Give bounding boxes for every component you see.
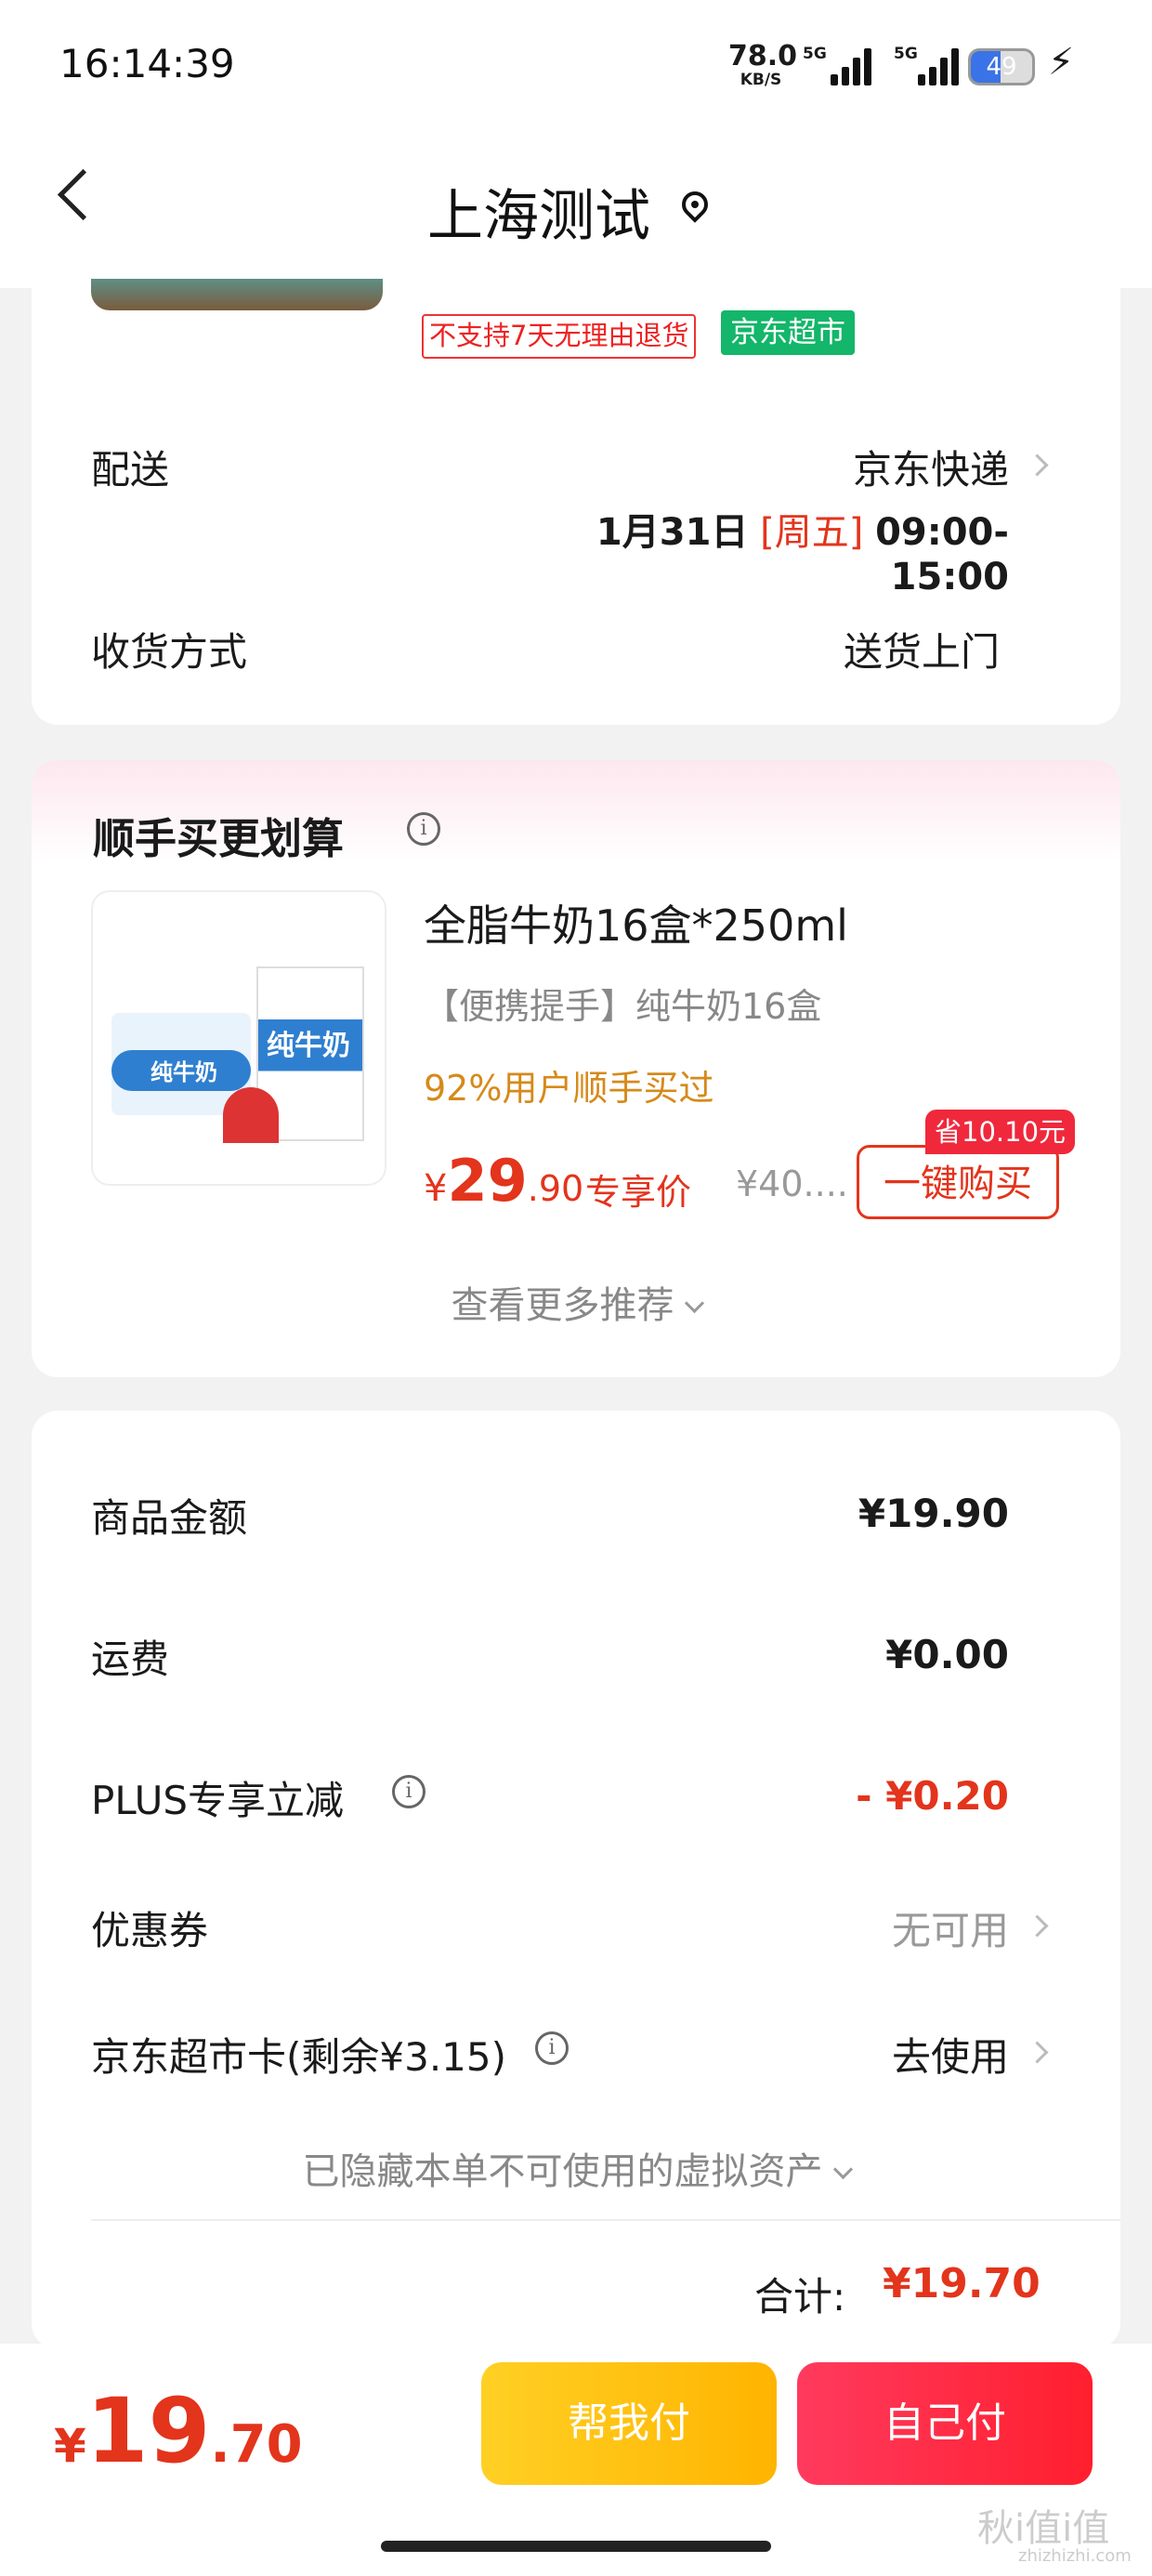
- return-policy-badge: 不支持7天无理由退货: [422, 314, 697, 359]
- page-title: 上海测试: [427, 184, 650, 249]
- charging-icon: ⚡: [1048, 41, 1075, 84]
- product-description: 【便携提手】纯牛奶16盒: [424, 986, 822, 1027]
- coupon-label: 优惠券: [91, 1908, 209, 1953]
- network-speed: 78.0 KB/S: [728, 40, 798, 89]
- divider: [91, 2219, 1120, 2221]
- watermark-url: zhizhizhi.com: [1018, 2546, 1132, 2566]
- signal-icon: 5G: [803, 45, 877, 85]
- product-image-label-2: 纯牛奶: [267, 1030, 350, 1062]
- market-card-label: 京东超市卡(剩余¥3.15): [91, 2034, 507, 2080]
- delivery-weekday: [周五]: [760, 511, 864, 554]
- product-social-proof: 92%用户顺手买过: [424, 1068, 714, 1109]
- pay-amount: ¥19.70: [54, 2379, 303, 2483]
- battery-icon: 49: [968, 48, 1035, 85]
- info-icon[interactable]: i: [392, 1775, 425, 1808]
- battery-level: 49: [986, 53, 1017, 81]
- help-pay-button[interactable]: 帮我付: [481, 2362, 777, 2485]
- price-symbol: ¥: [424, 1167, 448, 1210]
- total-value: ¥19.70: [883, 2260, 1041, 2307]
- items-amount-value: ¥19.90: [857, 1491, 1009, 1536]
- store-badge: 京东超市: [721, 310, 855, 355]
- pay-symbol: ¥: [54, 2419, 86, 2473]
- info-icon[interactable]: i: [407, 812, 440, 846]
- network-speed-value: 78.0: [728, 40, 798, 72]
- receive-label: 收货方式: [91, 629, 248, 675]
- save-tag: 省10.10元: [925, 1110, 1076, 1154]
- one-click-buy-button[interactable]: 一键购买: [857, 1145, 1059, 1219]
- product-image-label: 纯牛奶: [151, 1059, 217, 1085]
- pay-decimal: .70: [210, 2414, 303, 2475]
- more-recommendations-label: 查看更多推荐: [451, 1284, 674, 1327]
- product-price: ¥29.90: [424, 1147, 583, 1215]
- product-image[interactable]: 纯牛奶 纯牛奶: [91, 890, 386, 1186]
- product-name[interactable]: 全脂牛奶16盒*250ml: [424, 892, 848, 953]
- network-speed-unit: KB/S: [740, 71, 782, 89]
- total-label: 合计:: [754, 2274, 846, 2320]
- signal-type-2: 5G: [894, 45, 918, 63]
- delivery-date: 1月31日: [596, 511, 749, 554]
- pay-integer: 19: [85, 2379, 211, 2483]
- shipping-label: 运费: [91, 1636, 170, 1682]
- recommendation-title: 顺手买更划算: [93, 814, 345, 863]
- home-indicator[interactable]: [381, 2541, 771, 2552]
- original-price: ¥40....: [736, 1163, 848, 1204]
- price-integer: 29: [447, 1147, 528, 1215]
- watermark: 秋i值i值: [977, 2507, 1110, 2550]
- more-recommendations-link[interactable]: 查看更多推荐: [0, 1275, 1152, 1329]
- hidden-assets-label: 已隐藏本单不可使用的虚拟资产: [302, 2150, 823, 2193]
- delivery-carrier[interactable]: 京东快递: [650, 439, 1009, 495]
- delivery-label: 配送: [91, 447, 170, 493]
- receive-value[interactable]: 送货上门: [650, 621, 1000, 677]
- coupon-value[interactable]: 无可用: [743, 1899, 1009, 1956]
- items-amount-label: 商品金额: [91, 1495, 248, 1541]
- delivery-time[interactable]: 1月31日 [周五] 09:00-15:00: [520, 502, 1009, 598]
- status-time: 16:14:39: [59, 41, 235, 86]
- order-summary-card: [32, 1411, 1120, 2349]
- shipping-value: ¥0.00: [885, 1632, 1009, 1677]
- signal-type: 5G: [803, 45, 827, 63]
- signal-icon-2: 5G: [894, 45, 968, 85]
- price-label: 专享价: [585, 1172, 692, 1213]
- info-icon[interactable]: i: [535, 2031, 569, 2065]
- hidden-assets-link[interactable]: 已隐藏本单不可使用的虚拟资产: [0, 2141, 1152, 2195]
- chevron-down-icon: [832, 2159, 853, 2180]
- market-card-value[interactable]: 去使用: [743, 2026, 1009, 2083]
- plus-discount-value: - ¥0.20: [856, 1773, 1009, 1819]
- self-pay-button[interactable]: 自己付: [797, 2362, 1093, 2485]
- delivery-window: 09:00-15:00: [875, 511, 1009, 598]
- chevron-down-icon: [684, 1293, 704, 1314]
- plus-discount-label: PLUS专享立减: [91, 1778, 345, 1823]
- product-thumbnail[interactable]: [91, 279, 383, 310]
- price-decimal: .90: [527, 1168, 584, 1209]
